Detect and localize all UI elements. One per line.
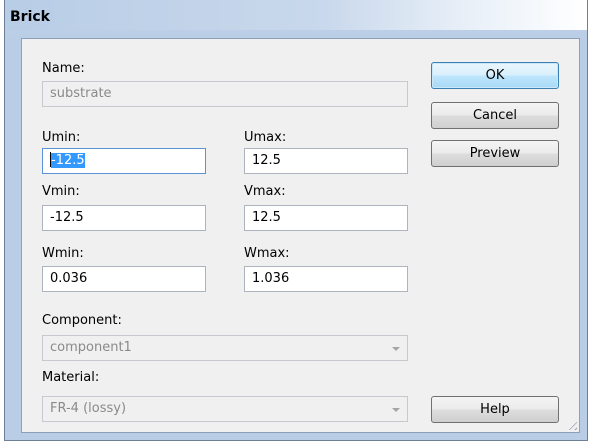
dialog-body: Name: substrate Umin: -12.5 Umax: 12.5 V… xyxy=(21,38,580,433)
umax-label: Umax: xyxy=(244,130,287,145)
ok-button[interactable]: OK xyxy=(431,62,559,89)
title-bar[interactable]: Brick xyxy=(5,0,587,30)
resize-grip-icon[interactable] xyxy=(565,418,577,430)
component-value: component1 xyxy=(50,340,132,355)
material-select[interactable]: FR-4 (lossy) xyxy=(42,396,408,422)
component-select[interactable]: component1 xyxy=(42,335,408,361)
cancel-button[interactable]: Cancel xyxy=(431,102,559,129)
dialog-title: Brick xyxy=(10,9,50,25)
name-field[interactable]: substrate xyxy=(42,81,408,107)
material-label: Material: xyxy=(42,370,100,385)
preview-button[interactable]: Preview xyxy=(431,140,559,167)
name-label: Name: xyxy=(42,61,85,76)
material-value: FR-4 (lossy) xyxy=(50,401,127,416)
umin-field[interactable]: -12.5 xyxy=(42,148,206,174)
vmax-label: Vmax: xyxy=(244,184,286,199)
wmin-field[interactable]: 0.036 xyxy=(42,266,206,292)
vmin-field[interactable]: -12.5 xyxy=(42,205,206,231)
umax-field[interactable]: 12.5 xyxy=(244,148,408,174)
vmax-field[interactable]: 12.5 xyxy=(244,205,408,231)
vmin-label: Vmin: xyxy=(42,184,80,199)
component-label: Component: xyxy=(42,313,122,328)
umin-label: Umin: xyxy=(42,130,81,145)
help-button[interactable]: Help xyxy=(431,396,559,423)
wmin-label: Wmin: xyxy=(42,246,84,261)
wmax-field[interactable]: 1.036 xyxy=(244,266,408,292)
umin-selected-text: -12.5 xyxy=(51,153,85,168)
chevron-down-icon xyxy=(392,347,400,351)
chevron-down-icon xyxy=(392,408,400,412)
brick-dialog: Brick Name: substrate Umin: -12.5 Umax: … xyxy=(4,0,588,441)
wmax-label: Wmax: xyxy=(244,246,290,261)
